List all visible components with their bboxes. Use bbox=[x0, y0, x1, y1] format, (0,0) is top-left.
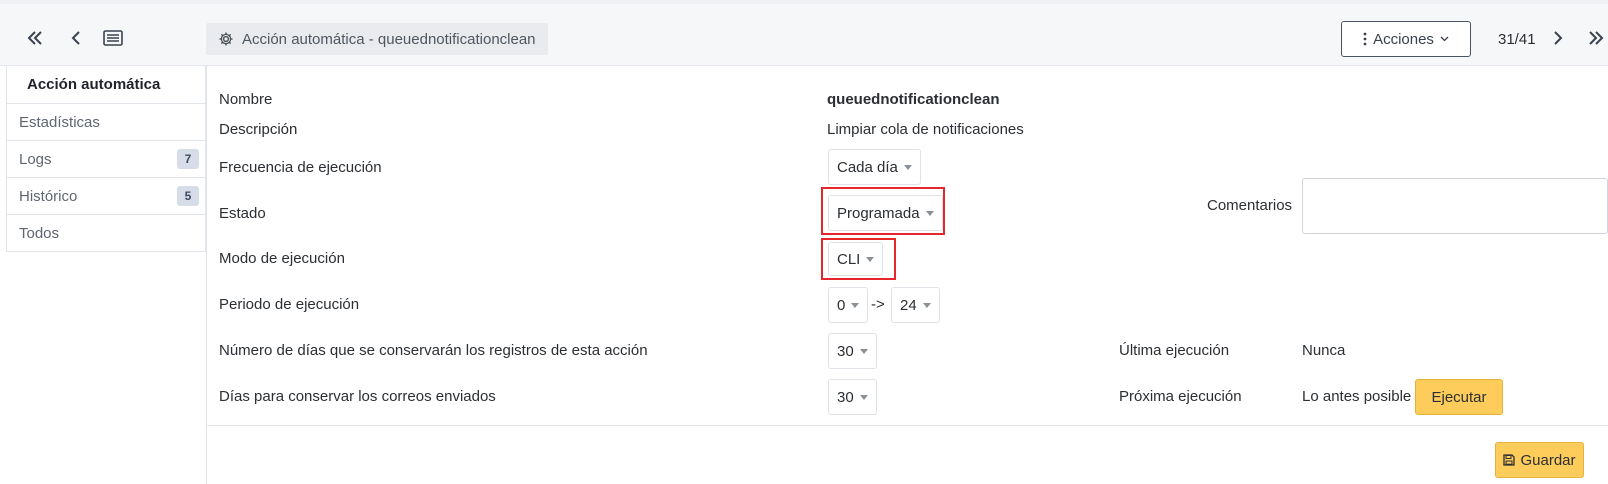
tab-todos[interactable]: Todos bbox=[7, 214, 205, 251]
tab-logs[interactable]: Logs 7 bbox=[7, 140, 205, 177]
modo-select[interactable]: CLI bbox=[828, 242, 884, 276]
caret-down-icon bbox=[866, 256, 875, 262]
caret-down-icon bbox=[922, 302, 931, 308]
nombre-value: queuednotificationclean bbox=[827, 91, 1000, 108]
gear-icon bbox=[219, 32, 233, 46]
chevron-left-icon bbox=[71, 31, 80, 45]
last-record-button[interactable] bbox=[1584, 26, 1608, 50]
double-chevron-right-icon bbox=[1589, 31, 1604, 45]
next-record-button[interactable] bbox=[1546, 26, 1570, 50]
dias-registros-label: Número de días que se conservarán los re… bbox=[219, 342, 648, 359]
proxima-ejecucion-label: Próxima ejecución bbox=[1119, 388, 1242, 405]
modo-label: Modo de ejecución bbox=[219, 250, 345, 267]
ultima-ejecucion-label: Última ejecución bbox=[1119, 342, 1230, 359]
form-divider bbox=[206, 425, 1608, 426]
list-view-button[interactable] bbox=[101, 26, 125, 50]
periodo-to-value: 24 bbox=[900, 296, 917, 314]
periodo-label: Periodo de ejecución bbox=[219, 296, 360, 313]
tab-estadisticas[interactable]: Estadísticas bbox=[7, 103, 205, 140]
tab-label: Todos bbox=[19, 224, 60, 242]
estado-select[interactable]: Programada bbox=[828, 195, 943, 231]
record-pager: 31/41 bbox=[1498, 31, 1536, 48]
list-icon bbox=[103, 30, 123, 46]
record-title-text: Acción automática - queuednotificationcl… bbox=[242, 30, 536, 48]
caret-down-icon bbox=[859, 348, 868, 354]
chevron-right-icon bbox=[1554, 31, 1563, 45]
descripcion-value: Limpiar cola de notificaciones bbox=[827, 121, 1024, 138]
vertical-dots-icon bbox=[1363, 32, 1367, 46]
caret-down-icon bbox=[851, 302, 860, 308]
count-badge: 7 bbox=[177, 149, 199, 169]
estado-value: Programada bbox=[837, 204, 920, 222]
periodo-from-value: 0 bbox=[837, 296, 846, 314]
dias-correos-select[interactable]: 30 bbox=[828, 379, 877, 415]
guardar-button[interactable]: Guardar bbox=[1495, 442, 1584, 478]
tab-label: Estadísticas bbox=[19, 113, 100, 131]
dias-registros-value: 30 bbox=[837, 342, 854, 360]
modo-value: CLI bbox=[837, 250, 861, 268]
caret-down-icon bbox=[925, 210, 934, 216]
sidebar-tabs: Acción automática Estadísticas Logs 7 Hi… bbox=[6, 66, 206, 252]
comentarios-label: Comentarios bbox=[1207, 197, 1293, 214]
frecuencia-select[interactable]: Cada día bbox=[828, 149, 921, 185]
comentarios-textarea[interactable] bbox=[1302, 178, 1608, 234]
double-chevron-left-icon bbox=[27, 31, 42, 45]
tab-historico[interactable]: Histórico 5 bbox=[7, 177, 205, 214]
ejecutar-button[interactable]: Ejecutar bbox=[1415, 379, 1503, 415]
tab-accion-automatica[interactable]: Acción automática bbox=[7, 66, 205, 103]
frecuencia-value: Cada día bbox=[837, 158, 898, 176]
estado-label: Estado bbox=[219, 205, 266, 222]
guardar-label: Guardar bbox=[1520, 451, 1576, 469]
caret-down-icon bbox=[859, 394, 868, 400]
content-left-border bbox=[206, 66, 207, 484]
tab-label: Logs bbox=[19, 150, 52, 168]
descripcion-label: Descripción bbox=[219, 121, 298, 138]
dias-correos-value: 30 bbox=[837, 388, 854, 406]
tab-label: Histórico bbox=[19, 187, 78, 205]
dias-correos-label: Días para conservar los correos enviados bbox=[219, 388, 496, 405]
first-record-button[interactable] bbox=[23, 26, 47, 50]
nombre-label: Nombre bbox=[219, 91, 273, 108]
chevron-down-icon bbox=[1440, 36, 1449, 42]
record-title: Acción automática - queuednotificationcl… bbox=[206, 23, 548, 55]
back-button[interactable] bbox=[64, 26, 88, 50]
caret-down-icon bbox=[903, 164, 912, 170]
actions-dropdown-button[interactable]: Acciones bbox=[1341, 21, 1471, 57]
save-icon bbox=[1503, 454, 1516, 466]
frecuencia-label: Frecuencia de ejecución bbox=[219, 159, 382, 176]
actions-label: Acciones bbox=[1373, 30, 1434, 48]
periodo-from-select[interactable]: 0 bbox=[828, 287, 869, 323]
ultima-ejecucion-value: Nunca bbox=[1302, 342, 1346, 359]
count-badge: 5 bbox=[177, 186, 199, 206]
dias-registros-select[interactable]: 30 bbox=[828, 333, 877, 369]
proxima-ejecucion-value: Lo antes posible bbox=[1302, 388, 1412, 405]
periodo-to-select[interactable]: 24 bbox=[891, 287, 940, 323]
tab-label: Acción automática bbox=[27, 76, 161, 93]
periodo-arrow: -> bbox=[871, 296, 885, 313]
